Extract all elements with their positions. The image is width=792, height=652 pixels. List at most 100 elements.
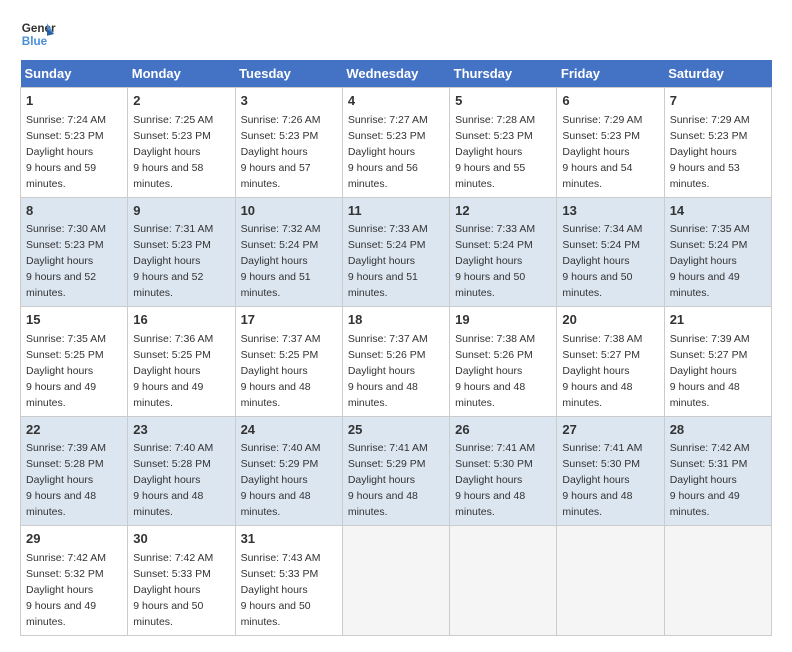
day-number: 25 [348,421,444,440]
sunrise: Sunrise: 7:38 AM [455,333,535,345]
header-friday: Friday [557,60,664,88]
daylight-label: Daylight hours [241,255,308,267]
daylight-label: Daylight hours [562,255,629,267]
calendar-week-4: 22 Sunrise: 7:39 AM Sunset: 5:28 PM Dayligh… [21,416,772,526]
calendar-cell [450,526,557,636]
sunset: Sunset: 5:29 PM [348,458,426,470]
sunrise: Sunrise: 7:30 AM [26,223,106,235]
daylight-label: Daylight hours [26,146,93,158]
calendar-header-row: SundayMondayTuesdayWednesdayThursdayFrid… [21,60,772,88]
daylight-value: 9 hours and 48 minutes. [455,490,525,518]
calendar-cell: 20Sunrise: 7:38 AMSunset: 5:27 PMDayligh… [557,307,664,417]
daylight-value: 9 hours and 48 minutes. [562,381,632,409]
daylight-label: Daylight hours [455,365,522,377]
calendar-cell: 7Sunrise: 7:29 AMSunset: 5:23 PMDaylight… [664,88,771,198]
daylight-value: 9 hours and 52 minutes. [133,271,203,299]
day-number: 20 [562,311,658,330]
sunset: Sunset: 5:27 PM [562,349,640,361]
calendar-table: SundayMondayTuesdayWednesdayThursdayFrid… [20,60,772,636]
sunset: Sunset: 5:28 PM [26,458,104,470]
day-number: 13 [562,202,658,221]
sunrise: Sunrise: 7:24 AM [26,114,106,126]
sunrise: Sunrise: 7:29 AM [670,114,750,126]
sunrise: Sunrise: 7:32 AM [241,223,321,235]
sunrise: Sunrise: 7:41 AM [562,442,642,454]
daylight-label: Daylight hours [348,146,415,158]
daylight-label: Daylight hours [455,474,522,486]
day-number: 24 [241,421,337,440]
daylight-label: Daylight hours [133,584,200,596]
sunrise: Sunrise: 7:41 AM [348,442,428,454]
daylight-label: Daylight hours [26,365,93,377]
calendar-cell: 13Sunrise: 7:34 AMSunset: 5:24 PMDayligh… [557,197,664,307]
calendar-cell: 30Sunrise: 7:42 AMSunset: 5:33 PMDayligh… [128,526,235,636]
calendar-cell: 19Sunrise: 7:38 AMSunset: 5:26 PMDayligh… [450,307,557,417]
day-number: 27 [562,421,658,440]
calendar-cell: 5Sunrise: 7:28 AMSunset: 5:23 PMDaylight… [450,88,557,198]
day-number: 7 [670,92,766,111]
calendar-cell: 8Sunrise: 7:30 AMSunset: 5:23 PMDaylight… [21,197,128,307]
sunrise: Sunrise: 7:36 AM [133,333,213,345]
header-wednesday: Wednesday [342,60,449,88]
sunrise: Sunrise: 7:37 AM [241,333,321,345]
calendar-cell: 31Sunrise: 7:43 AMSunset: 5:33 PMDayligh… [235,526,342,636]
sunset: Sunset: 5:23 PM [562,130,640,142]
daylight-value: 9 hours and 54 minutes. [562,162,632,190]
daylight-label: Daylight hours [241,474,308,486]
sunset: Sunset: 5:23 PM [133,130,211,142]
daylight-label: Daylight hours [670,474,737,486]
daylight-value: 9 hours and 56 minutes. [348,162,418,190]
daylight-label: Daylight hours [241,584,308,596]
day-number: 8 [26,202,122,221]
day-number: 29 [26,530,122,549]
sunset: Sunset: 5:33 PM [241,568,319,580]
calendar-cell: 15Sunrise: 7:35 AMSunset: 5:25 PMDayligh… [21,307,128,417]
daylight-value: 9 hours and 55 minutes. [455,162,525,190]
calendar-cell [342,526,449,636]
daylight-label: Daylight hours [455,146,522,158]
daylight-label: Daylight hours [241,365,308,377]
daylight-label: Daylight hours [133,365,200,377]
calendar-cell: 29Sunrise: 7:42 AMSunset: 5:32 PMDayligh… [21,526,128,636]
header-saturday: Saturday [664,60,771,88]
day-number: 3 [241,92,337,111]
sunrise: Sunrise: 7:29 AM [562,114,642,126]
sunset: Sunset: 5:23 PM [241,130,319,142]
daylight-value: 9 hours and 50 minutes. [133,600,203,628]
sunrise: Sunrise: 7:42 AM [133,552,213,564]
sunrise: Sunrise: 7:40 AM [241,442,321,454]
daylight-value: 9 hours and 49 minutes. [26,600,96,628]
sunrise: Sunrise: 7:33 AM [455,223,535,235]
day-number: 12 [455,202,551,221]
day-number: 26 [455,421,551,440]
daylight-value: 9 hours and 50 minutes. [562,271,632,299]
sunrise: Sunrise: 7:39 AM [26,442,106,454]
calendar-cell: 6Sunrise: 7:29 AMSunset: 5:23 PMDaylight… [557,88,664,198]
sunset: Sunset: 5:27 PM [670,349,748,361]
day-number: 31 [241,530,337,549]
sunset: Sunset: 5:24 PM [348,239,426,251]
day-number: 22 [26,421,122,440]
day-number: 28 [670,421,766,440]
daylight-value: 9 hours and 52 minutes. [26,271,96,299]
sunset: Sunset: 5:24 PM [455,239,533,251]
daylight-value: 9 hours and 48 minutes. [133,490,203,518]
header-tuesday: Tuesday [235,60,342,88]
sunset: Sunset: 5:26 PM [348,349,426,361]
day-number: 21 [670,311,766,330]
calendar-cell: 23Sunrise: 7:40 AMSunset: 5:28 PMDayligh… [128,416,235,526]
daylight-label: Daylight hours [26,255,93,267]
calendar-cell: 17Sunrise: 7:37 AMSunset: 5:25 PMDayligh… [235,307,342,417]
sunset: Sunset: 5:33 PM [133,568,211,580]
daylight-value: 9 hours and 48 minutes. [670,381,740,409]
day-number: 11 [348,202,444,221]
sunset: Sunset: 5:23 PM [26,130,104,142]
calendar-cell: 14Sunrise: 7:35 AMSunset: 5:24 PMDayligh… [664,197,771,307]
daylight-label: Daylight hours [133,255,200,267]
daylight-label: Daylight hours [26,584,93,596]
logo: General Blue [20,16,56,52]
daylight-label: Daylight hours [562,146,629,158]
calendar-cell: 27Sunrise: 7:41 AMSunset: 5:30 PMDayligh… [557,416,664,526]
sunrise: Sunrise: 7:35 AM [670,223,750,235]
calendar-cell: 16Sunrise: 7:36 AMSunset: 5:25 PMDayligh… [128,307,235,417]
